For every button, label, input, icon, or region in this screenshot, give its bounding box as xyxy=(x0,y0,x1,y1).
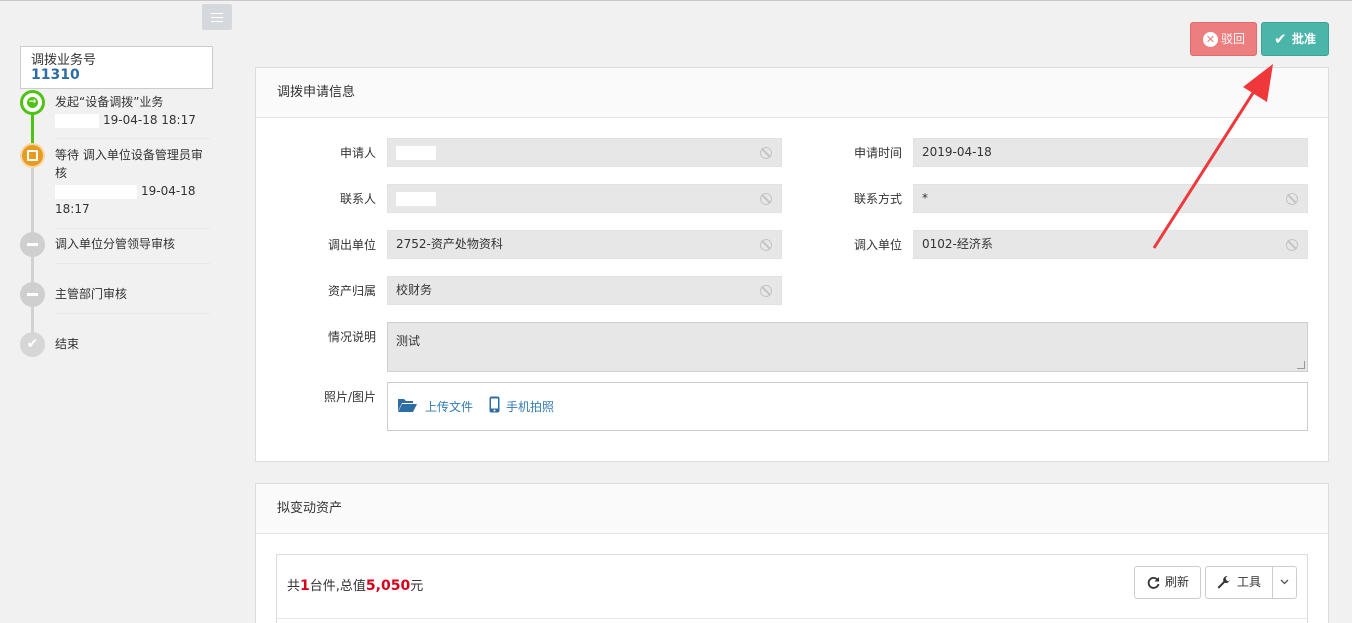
ownership-label: 资产归属 xyxy=(327,284,376,298)
tools-dropdown[interactable]: 工具 xyxy=(1205,566,1297,599)
refresh-label: 刷新 xyxy=(1165,575,1190,589)
not-allowed-icon xyxy=(1286,239,1298,251)
contact-method-label: 联系方式 xyxy=(853,192,902,206)
redacted-name xyxy=(55,184,137,199)
close-circle-icon: ✕ xyxy=(1203,32,1218,47)
mobile-phone-icon xyxy=(489,396,500,413)
out-unit-field: 2752-资产处物资科 xyxy=(387,230,782,259)
step-title: 发起“设备调拨”业务 xyxy=(55,95,164,109)
not-allowed-icon xyxy=(760,147,772,159)
apply-time-label: 申请时间 xyxy=(853,146,902,160)
refresh-icon xyxy=(1147,577,1160,589)
folder-open-icon xyxy=(398,399,417,412)
applicant-field xyxy=(387,138,782,167)
step-connector xyxy=(31,114,34,144)
step-time-2: 18:17 xyxy=(55,202,90,216)
redacted-name xyxy=(55,113,99,128)
photo-upload-box: 上传文件 手机拍照 xyxy=(387,382,1308,431)
approve-label: 批准 xyxy=(1291,32,1316,46)
recall-label: 驳回 xyxy=(1220,32,1245,46)
recall-button[interactable]: ✕ 驳回 xyxy=(1190,22,1257,56)
step-time: 19-04-18 xyxy=(141,184,196,198)
asset-total: 5,050 xyxy=(365,578,411,594)
asset-list-box: 共1台件,总值5,050元 刷新 工具 xyxy=(276,554,1308,623)
step-connector xyxy=(31,167,34,237)
not-allowed-icon xyxy=(760,239,772,251)
business-number-label: 调拨业务号 xyxy=(31,53,97,68)
annotation-arrow-icon xyxy=(1152,64,1273,249)
check-icon: ✔ xyxy=(1274,30,1287,48)
not-allowed-icon xyxy=(1286,193,1298,205)
description-textarea: 测试 xyxy=(387,322,1308,372)
phone-photo-link[interactable]: 手机拍照 xyxy=(506,398,554,415)
minus-icon xyxy=(20,282,45,307)
in-unit-label: 调入单位 xyxy=(853,238,902,252)
not-allowed-icon xyxy=(760,193,772,205)
redacted-value xyxy=(396,145,436,160)
asset-summary: 共1台件,总值5,050元 xyxy=(287,578,424,594)
step-title: 等待 调入单位设备管理员审核 xyxy=(55,148,203,180)
business-number-box: 调拨业务号 11310 xyxy=(20,46,213,89)
dropdown-divider xyxy=(1272,567,1273,598)
tools-label: 工具 xyxy=(1237,575,1262,589)
chevron-down-icon[interactable] xyxy=(1280,579,1289,585)
contact-field xyxy=(387,184,782,213)
step-title: 结束 xyxy=(55,337,80,351)
menu-toggle-button[interactable] xyxy=(202,4,232,30)
contact-label: 联系人 xyxy=(339,192,376,206)
photos-label: 照片/图片 xyxy=(323,390,376,404)
check-icon: ✔ xyxy=(20,332,45,357)
not-allowed-icon xyxy=(760,285,772,297)
asset-count: 1 xyxy=(300,578,310,594)
description-label: 情况说明 xyxy=(327,330,376,344)
resize-handle xyxy=(1297,361,1305,369)
arrow-right-icon: → xyxy=(20,90,45,115)
asset-panel: 拟变动资产 共1台件,总值5,050元 刷新 工具 xyxy=(255,483,1329,623)
workflow-sidebar: 调拨业务号 11310 → 发起“设备调拨”业务 19-04-18 18:17 … xyxy=(0,0,232,623)
out-unit-label: 调出单位 xyxy=(327,238,376,252)
redacted-value xyxy=(396,191,436,206)
step-time: 19-04-18 18:17 xyxy=(103,113,196,127)
panel-title: 拟变动资产 xyxy=(256,484,1328,534)
wrench-icon xyxy=(1217,575,1230,589)
ownership-field: 校财务 xyxy=(387,276,782,305)
edit-icon xyxy=(20,143,45,168)
divider xyxy=(277,618,1307,619)
business-number-value: 11310 xyxy=(31,67,80,83)
applicant-label: 申请人 xyxy=(339,146,376,160)
approve-button[interactable]: ✔ 批准 xyxy=(1261,22,1329,56)
minus-icon xyxy=(20,232,45,257)
upload-file-link[interactable]: 上传文件 xyxy=(425,398,473,415)
step-title: 主管部门审核 xyxy=(55,287,128,301)
step-title: 调入单位分管领导审核 xyxy=(55,237,176,251)
refresh-button[interactable]: 刷新 xyxy=(1134,566,1201,599)
